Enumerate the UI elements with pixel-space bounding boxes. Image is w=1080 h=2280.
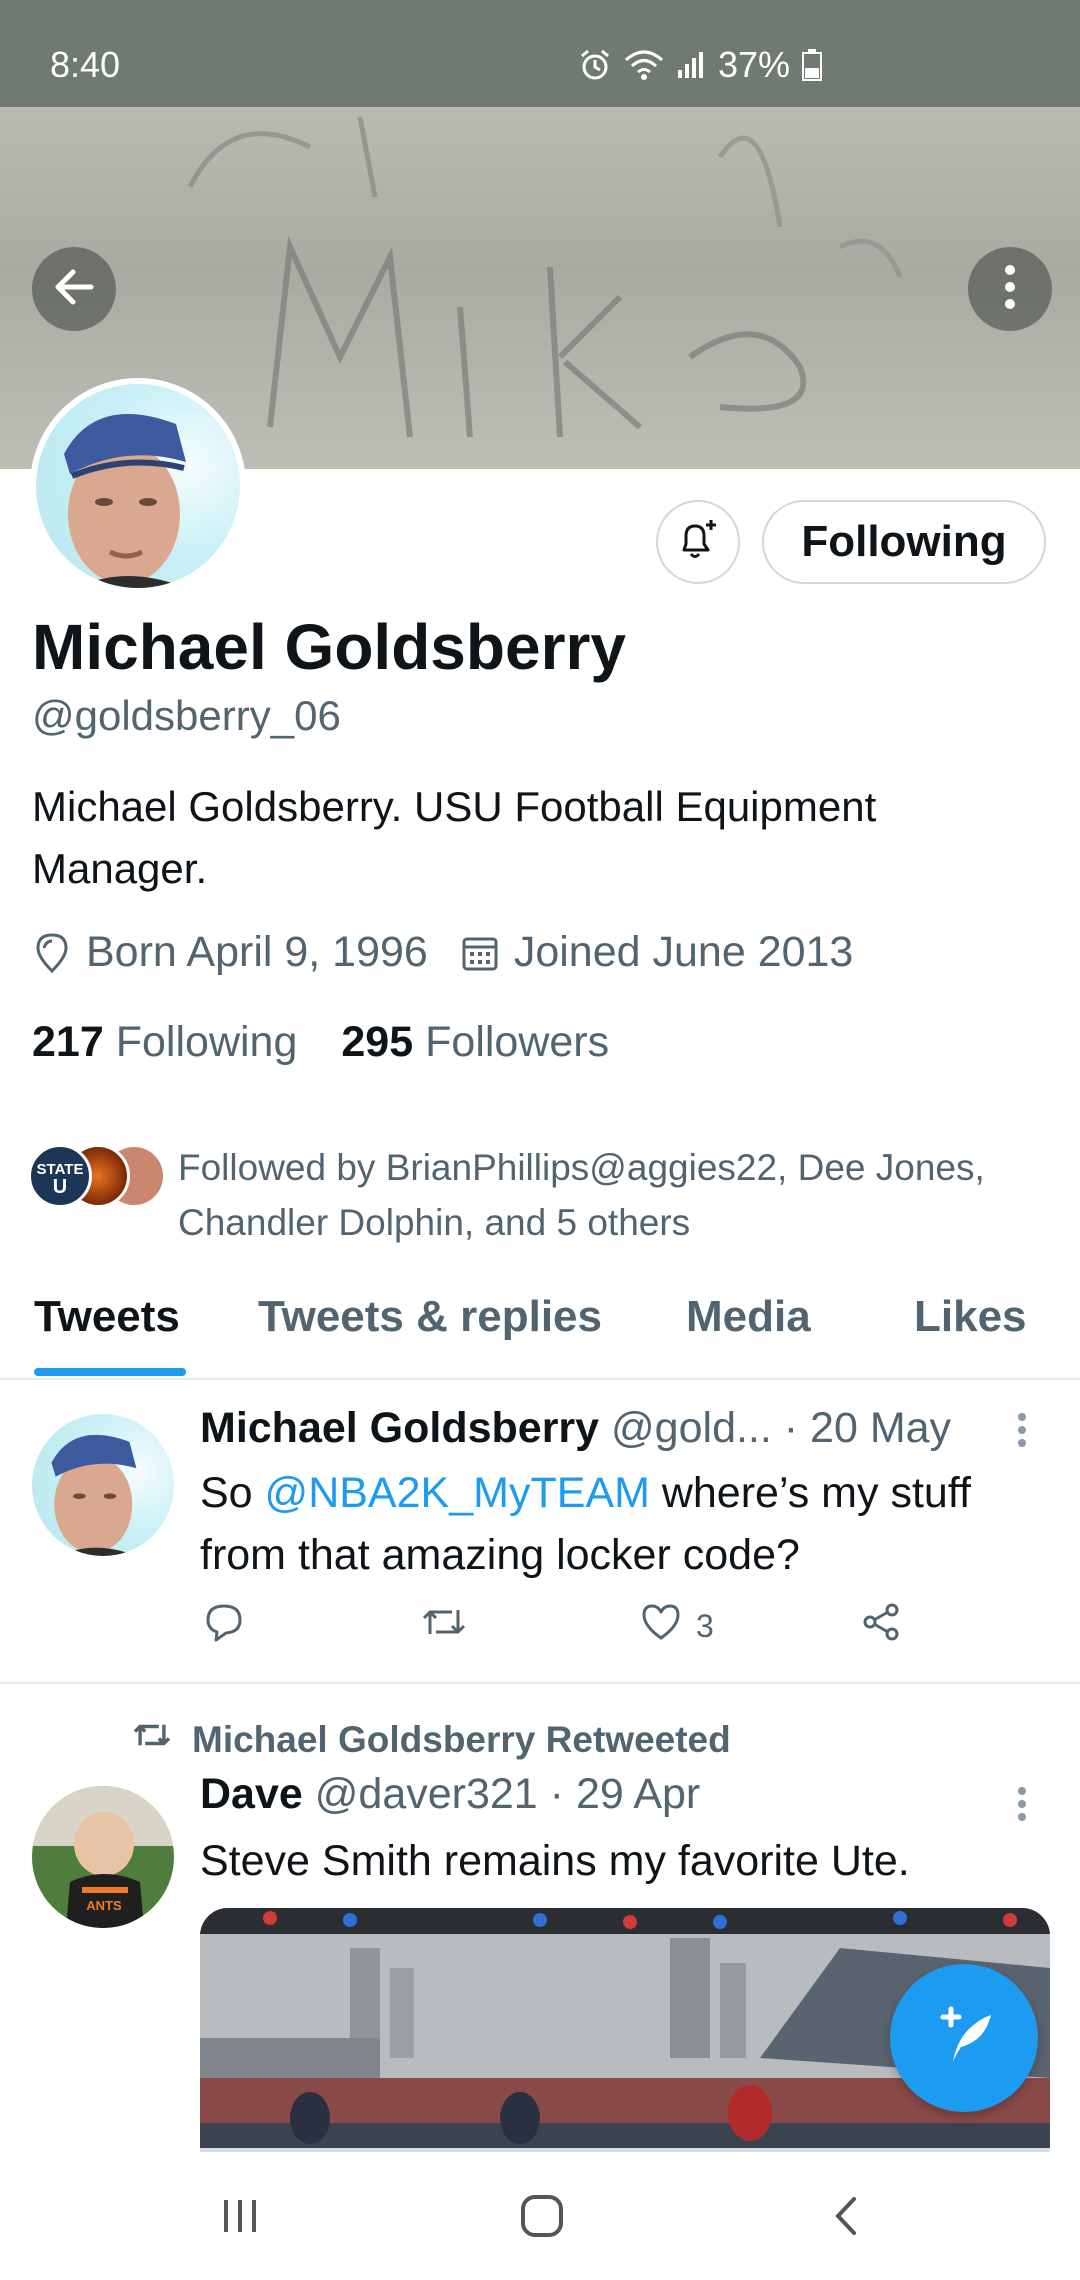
- avatar-image: ANTS: [32, 1786, 174, 1928]
- profile-name: Michael Goldsberry: [32, 611, 626, 683]
- tweet[interactable]: ANTS Dave @daver321 · 29 Apr Steve Smith…: [0, 1770, 1080, 2168]
- tab-media[interactable]: Media: [686, 1292, 811, 1342]
- location-icon: [32, 931, 72, 975]
- recent-apps-button[interactable]: [210, 2188, 270, 2248]
- retweet-icon[interactable]: [420, 1602, 468, 1642]
- retweeted-label: Michael Goldsberry Retweeted: [130, 1718, 731, 1761]
- tweet-text: So @NBA2K_MyTEAM where’s my stuff from t…: [200, 1469, 971, 1579]
- follower-avatar: STATE U: [28, 1144, 92, 1208]
- recent-apps-icon: [218, 2196, 262, 2241]
- followed-by-text: Followed by BrianPhillips@aggies22, Dee …: [178, 1147, 985, 1243]
- chevron-left-icon: [826, 2193, 866, 2244]
- system-navigation-bar: [0, 2152, 1080, 2280]
- compose-tweet-icon: [929, 2001, 999, 2076]
- retweeted-by-text[interactable]: Michael Goldsberry Retweeted: [192, 1719, 731, 1761]
- avatar-image: [64, 414, 186, 588]
- compose-tweet-button[interactable]: [890, 1964, 1038, 2112]
- arrow-left-icon: [51, 264, 97, 315]
- profile-tabs: Tweets Tweets & replies Media Likes: [0, 1250, 1080, 1380]
- tweet-author-handle: @gold...: [611, 1404, 772, 1452]
- tweet-author-avatar[interactable]: [32, 1414, 174, 1556]
- tweet-author-name[interactable]: Michael Goldsberry: [200, 1404, 599, 1452]
- notifications-button[interactable]: [656, 500, 740, 584]
- status-bar: 8:40 37%: [0, 0, 1080, 107]
- followed-by-avatars: STATE U: [28, 1144, 168, 1214]
- tweet-author-handle: @daver321: [314, 1770, 538, 1818]
- following-count-link[interactable]: 217 Following: [32, 1018, 297, 1067]
- status-icons: 37%: [578, 44, 823, 86]
- profile-avatar[interactable]: [30, 378, 246, 594]
- tweet-text: Steve Smith remains my favorite Ute.: [200, 1837, 910, 1885]
- tweet-header: Michael Goldsberry @gold... · 20 May: [200, 1404, 951, 1453]
- svg-text:U: U: [53, 1176, 67, 1198]
- follow-counts: 217 Following 295 Followers: [32, 1018, 653, 1067]
- signal-icon: [676, 50, 706, 80]
- system-back-button[interactable]: [816, 2188, 876, 2248]
- tweet-header: Dave @daver321 · 29 Apr: [200, 1770, 700, 1819]
- profile-handle: @goldsberry_06: [32, 692, 341, 739]
- profile-bio: Michael Goldsberry. USU Football Equipme…: [32, 783, 877, 892]
- like-count: 3: [696, 1607, 714, 1644]
- following-button[interactable]: Following: [762, 500, 1046, 584]
- more-vertical-icon[interactable]: [1016, 1786, 1028, 1827]
- tab-tweets[interactable]: Tweets: [34, 1292, 180, 1342]
- born-date: Born April 9, 1996: [86, 928, 428, 976]
- followers-label: Followers: [425, 1018, 610, 1066]
- bell-plus-icon: [674, 516, 722, 569]
- more-options-button[interactable]: [968, 247, 1052, 331]
- tab-likes[interactable]: Likes: [914, 1292, 1027, 1342]
- following-label: Following: [115, 1018, 298, 1066]
- alarm-icon: [578, 48, 612, 82]
- more-vertical-icon[interactable]: [1016, 1412, 1028, 1453]
- profile-meta: Born April 9, 1996 Joined June 2013: [32, 928, 853, 977]
- retweet-icon: [130, 1718, 174, 1761]
- status-time: 8:40: [50, 44, 121, 85]
- back-button[interactable]: [32, 247, 116, 331]
- share-icon[interactable]: [860, 1602, 902, 1642]
- tweet[interactable]: Michael Goldsberry @gold... · 20 May So …: [0, 1382, 1080, 1684]
- home-icon: [517, 2191, 567, 2246]
- tweet-date: · 20 May: [783, 1404, 952, 1452]
- reply-icon[interactable]: [204, 1602, 244, 1642]
- more-vertical-icon: [1004, 264, 1016, 315]
- followers-count-link[interactable]: 295 Followers: [341, 1018, 609, 1067]
- calendar-icon: [460, 933, 500, 973]
- svg-text:ANTS: ANTS: [86, 1898, 122, 1913]
- battery-icon: [802, 49, 823, 81]
- home-button[interactable]: [512, 2188, 572, 2248]
- following-count: 217: [32, 1018, 104, 1066]
- tweet-date: · 29 Apr: [549, 1770, 701, 1818]
- tweet-author-name[interactable]: Dave: [200, 1770, 303, 1818]
- avatar-image: [51, 1434, 137, 1556]
- active-tab-indicator: [34, 1368, 186, 1376]
- wifi-icon: [624, 48, 664, 82]
- tweet-actions: 3: [204, 1602, 924, 1652]
- tab-tweets-and-replies[interactable]: Tweets & replies: [258, 1292, 602, 1342]
- tweet-mention-link[interactable]: @NBA2K_MyTEAM: [265, 1469, 650, 1517]
- followers-count: 295: [341, 1018, 414, 1066]
- joined-date: Joined June 2013: [513, 928, 854, 976]
- battery-level: 37%: [718, 44, 791, 85]
- heart-icon: [640, 1602, 682, 1650]
- tweet-author-avatar[interactable]: ANTS: [32, 1786, 174, 1928]
- like-button[interactable]: 3: [640, 1602, 714, 1650]
